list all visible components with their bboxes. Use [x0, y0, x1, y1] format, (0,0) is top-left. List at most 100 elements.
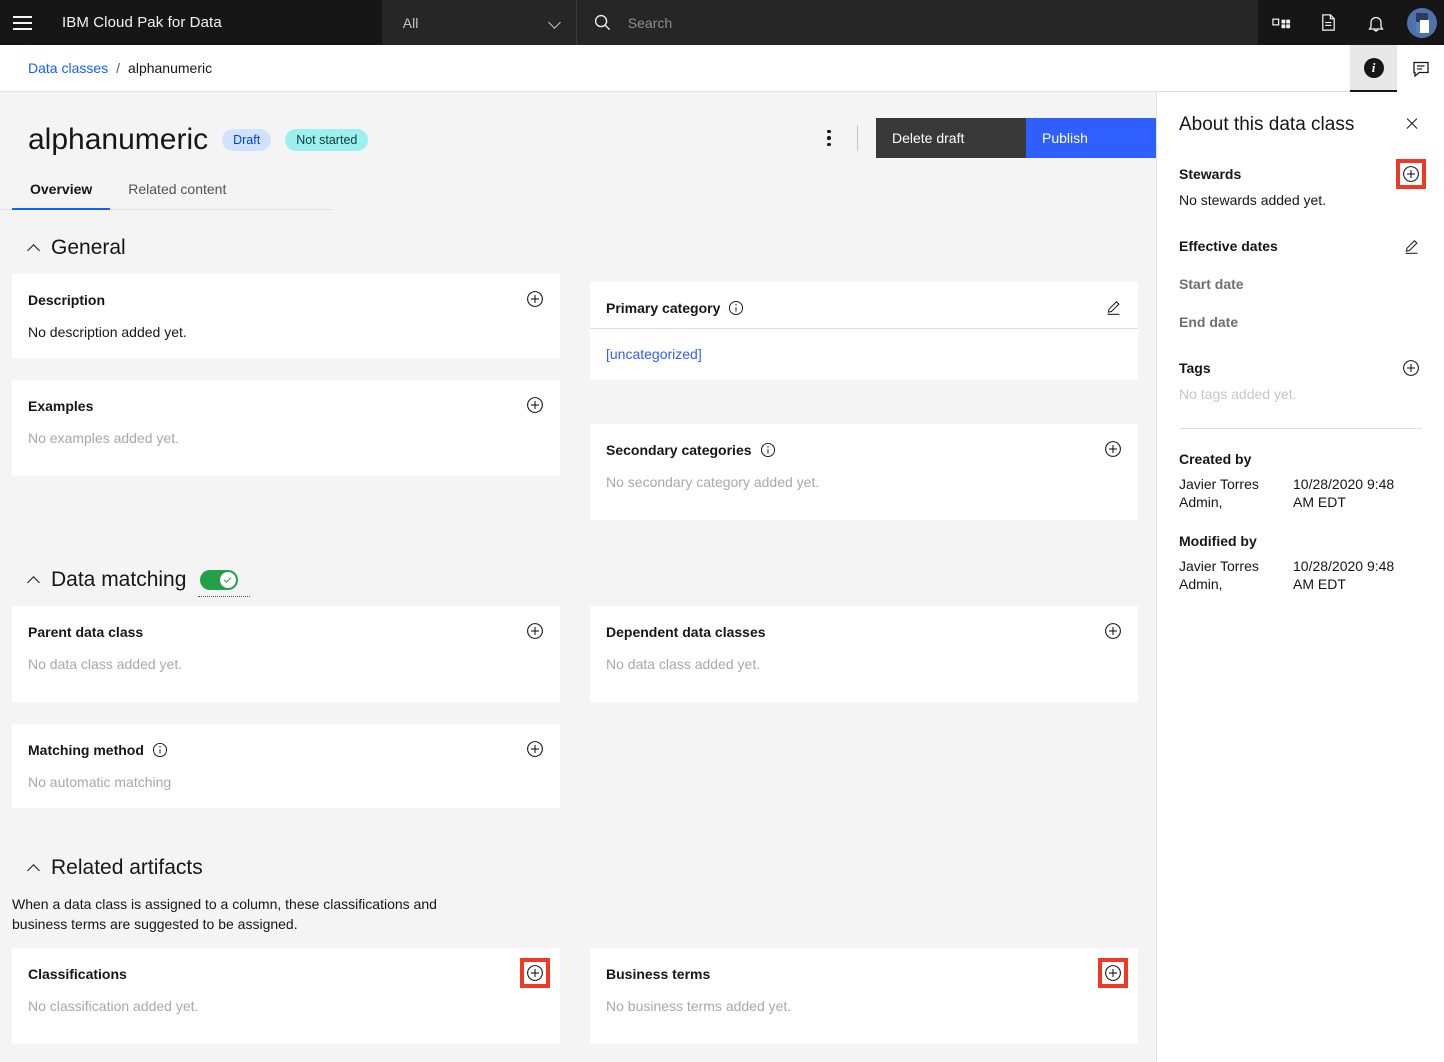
data-matching-toggle[interactable]	[200, 570, 239, 590]
edit-effective-dates-button[interactable]	[1400, 235, 1422, 257]
chevron-up-icon[interactable]	[28, 574, 41, 587]
add-icon	[1403, 360, 1419, 376]
edit-primary-category-button[interactable]	[1102, 296, 1124, 318]
add-steward-button[interactable]	[1396, 159, 1426, 189]
card-description: Description No description added yet.	[12, 274, 560, 358]
about-panel-title: About this data class	[1179, 114, 1355, 135]
overflow-menu-icon[interactable]	[809, 118, 849, 158]
global-header: IBM Cloud Pak for Data All Search	[0, 0, 1444, 45]
card-divider	[590, 328, 1138, 329]
card-primary-category-header: Primary category	[606, 298, 1120, 318]
info-icon: i	[1363, 57, 1384, 78]
add-parent-data-class-button[interactable]	[524, 620, 546, 642]
related-artifacts-right-column: Business terms No business terms added y…	[590, 948, 1138, 1062]
created-by-user: Javier Torres Admin,	[1179, 476, 1259, 510]
card-secondary-categories-value: No secondary category added yet.	[606, 474, 820, 490]
brand-title[interactable]: IBM Cloud Pak for Data	[45, 14, 222, 31]
add-matching-method-button[interactable]	[524, 738, 546, 760]
general-left-column: Description No description added yet. Ex…	[12, 274, 560, 542]
document-icon[interactable]	[1305, 0, 1352, 45]
card-primary-category-title: Primary category	[606, 300, 721, 316]
panel-field-created-by: Created by Javier Torres Admin, 10/28/20…	[1179, 451, 1422, 511]
add-icon	[1105, 623, 1121, 639]
chevron-up-icon[interactable]	[28, 862, 41, 875]
add-tag-button[interactable]	[1400, 357, 1422, 379]
search-scope-dropdown[interactable]: All	[381, 0, 577, 45]
add-icon	[1403, 166, 1419, 182]
toggle-underline	[198, 596, 251, 597]
card-business-terms-header: Business terms	[606, 964, 1120, 984]
action-divider	[857, 125, 858, 151]
add-business-term-button[interactable]	[1098, 958, 1128, 988]
info-icon[interactable]	[760, 442, 776, 458]
data-matching-toggle-wrapper	[198, 570, 251, 597]
chevron-up-icon[interactable]	[28, 242, 41, 255]
publish-button[interactable]: Publish	[1026, 118, 1156, 158]
tags-label: Tags	[1179, 360, 1211, 376]
stewards-label: Stewards	[1179, 166, 1242, 182]
avatar[interactable]	[1399, 0, 1444, 45]
notification-bell-icon[interactable]	[1352, 0, 1399, 45]
info-icon[interactable]	[728, 300, 744, 316]
general-right-column: Primary category [uncategorized] Seconda…	[590, 274, 1138, 542]
breadcrumb-parent-link[interactable]: Data classes	[28, 60, 108, 76]
delete-draft-button[interactable]: Delete draft	[876, 118, 1026, 158]
modified-by-values: Javier Torres Admin, 10/28/2020 9:48 AM …	[1179, 557, 1422, 593]
status-badge-draft: Draft	[222, 129, 272, 151]
tab-related-content[interactable]: Related content	[110, 170, 244, 210]
comment-icon	[1412, 61, 1429, 77]
effective-dates-label: Effective dates	[1179, 238, 1278, 254]
edit-icon	[1405, 239, 1418, 254]
card-primary-category-value[interactable]: [uncategorized]	[606, 346, 1120, 362]
card-parent-data-class-title: Parent data class	[28, 624, 144, 640]
breadcrumb-separator: /	[116, 60, 121, 76]
search-input[interactable]: Search	[576, 0, 1258, 45]
card-description-title: Description	[28, 292, 106, 308]
general-grid: Description No description added yet. Ex…	[0, 274, 1156, 542]
app-switcher-icon[interactable]	[1258, 0, 1305, 45]
card-parent-data-class-value: No data class added yet.	[28, 656, 183, 672]
add-description-button[interactable]	[524, 288, 546, 310]
card-matching-method-title: Matching method	[28, 742, 144, 758]
application-window: IBM Cloud Pak for Data All Search Data c…	[0, 0, 1444, 1062]
add-icon	[1105, 965, 1121, 981]
search-icon	[594, 14, 610, 31]
card-dependent-data-classes: Dependent data classes No data class add…	[590, 606, 1138, 702]
avatar-image	[1406, 7, 1437, 38]
add-icon	[1105, 441, 1121, 457]
tab-about-info[interactable]: i	[1350, 45, 1397, 92]
related-artifacts-grid: Classifications No classification added …	[0, 948, 1156, 1062]
add-icon	[527, 623, 543, 639]
close-icon[interactable]	[1402, 114, 1422, 134]
card-description-value: No description added yet.	[28, 324, 187, 340]
card-classifications-title: Classifications	[28, 966, 127, 982]
panel-field-modified-by: Modified by Javier Torres Admin, 10/28/2…	[1179, 533, 1422, 593]
tab-comments[interactable]	[1397, 45, 1444, 92]
add-dependent-data-class-button[interactable]	[1102, 620, 1124, 642]
card-classifications: Classifications No classification added …	[12, 948, 560, 1044]
about-panel: About this data class Stewards No stewar…	[1156, 92, 1444, 1062]
card-business-terms-title: Business terms	[606, 966, 711, 982]
main-content: alphanumeric Draft Not started Delete dr…	[0, 92, 1156, 1062]
add-classification-button[interactable]	[520, 958, 550, 988]
add-icon	[527, 741, 543, 757]
card-business-terms: Business terms No business terms added y…	[590, 948, 1138, 1044]
created-by-timestamp: 10/28/2020 9:48 AM EDT	[1293, 476, 1395, 510]
created-by-values: Javier Torres Admin, 10/28/2020 9:48 AM …	[1179, 475, 1422, 511]
add-secondary-category-button[interactable]	[1102, 438, 1124, 460]
start-date-label: Start date	[1179, 276, 1244, 292]
panel-divider	[1179, 428, 1422, 429]
card-matching-method-value: No automatic matching	[28, 774, 172, 790]
section-title-data-matching: Data matching	[51, 568, 187, 591]
page-title: alphanumeric	[28, 123, 209, 156]
card-examples-title: Examples	[28, 398, 94, 414]
hamburger-menu-icon[interactable]	[0, 0, 45, 45]
search-scope-value: All	[402, 14, 419, 31]
add-example-button[interactable]	[524, 394, 546, 416]
tags-value: No tags added yet.	[1179, 386, 1297, 402]
info-icon[interactable]	[152, 742, 168, 758]
tab-overview[interactable]: Overview	[12, 170, 111, 210]
card-parent-data-class: Parent data class No data class added ye…	[12, 606, 560, 702]
card-secondary-categories-title: Secondary categories	[606, 442, 752, 458]
section-header-general: General	[0, 210, 1156, 274]
